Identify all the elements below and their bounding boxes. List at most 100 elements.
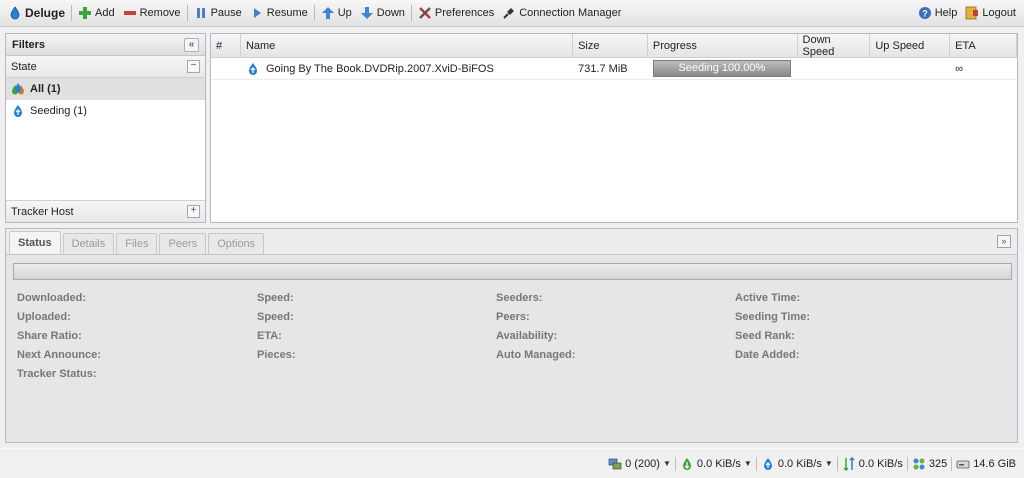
- torrent-grid: # Name Size Progress Down Speed Up Speed…: [210, 33, 1018, 223]
- filter-item-seeding[interactable]: Seeding (1): [6, 100, 205, 122]
- status-column-peers: Seeders: Peers: Availability: Auto Manag…: [496, 291, 716, 367]
- arrow-up-icon: [321, 7, 334, 19]
- filters-header: Filters «: [6, 34, 205, 56]
- connections-status[interactable]: 0 (200) ▼: [604, 457, 675, 471]
- resume-button[interactable]: Resume: [246, 2, 312, 24]
- play-icon: [253, 8, 261, 18]
- download-speed-value: 0.0 KiB/s: [696, 457, 741, 470]
- collapse-sidebar-button[interactable]: «: [184, 37, 199, 52]
- tab-details[interactable]: Details: [62, 233, 115, 254]
- label-date-added: Date Added:: [735, 349, 800, 361]
- table-row[interactable]: Going By The Book.DVDRip.2007.XviD-BiFOS…: [211, 58, 1017, 80]
- seeding-icon: [14, 105, 22, 117]
- plus-icon: [79, 7, 92, 19]
- label-eta: ETA:: [257, 330, 282, 342]
- drive-icon: [956, 460, 970, 468]
- seeding-icon: [248, 62, 257, 75]
- logout-button[interactable]: Logout: [961, 2, 1020, 24]
- state-filter-header[interactable]: State −: [6, 56, 205, 78]
- filter-item-label: All (1): [30, 83, 61, 95]
- remove-button[interactable]: Remove: [119, 2, 185, 24]
- arrow-down-icon: [360, 7, 373, 19]
- free-space-status: 14.6 GiB: [952, 457, 1020, 471]
- label-availability: Availability:: [496, 330, 558, 342]
- torrent-size: 731.7 MiB: [578, 62, 628, 75]
- label-upload-speed: Speed:: [257, 311, 294, 323]
- chevron-down-icon: ▼: [662, 459, 671, 468]
- torrent-eta: ∞: [955, 62, 964, 75]
- free-space-value: 14.6 GiB: [973, 457, 1016, 470]
- torrent-progress-cell: Seeding 100.00%: [648, 60, 798, 77]
- status-column-transfer: Downloaded: Uploaded: Share Ratio: Next …: [17, 291, 237, 386]
- torrent-name: Going By The Book.DVDRip.2007.XviD-BiFOS: [265, 62, 494, 75]
- chevron-down-icon: ▼: [824, 459, 833, 468]
- filter-item-all[interactable]: All (1): [6, 78, 205, 100]
- upload-speed-status[interactable]: 0.0 KiB/s ▼: [757, 457, 837, 471]
- app-name: Deluge: [25, 6, 66, 20]
- down-button[interactable]: Down: [356, 2, 409, 24]
- tab-options[interactable]: Options: [208, 233, 265, 254]
- label-seeding-time: Seeding Time:: [735, 311, 810, 323]
- label-next-announce: Next Announce:: [17, 349, 101, 361]
- tracker-host-expand-toggle[interactable]: +: [187, 205, 200, 218]
- help-button[interactable]: ? Help: [914, 2, 962, 24]
- upload-icon: [763, 457, 772, 470]
- tab-files[interactable]: Files: [116, 233, 158, 254]
- protocol-traffic-value: 0.0 KiB/s: [858, 457, 903, 470]
- preferences-button[interactable]: Preferences: [414, 2, 498, 24]
- details-tabs: Status Details Files Peers Options: [6, 229, 1017, 255]
- state-filter-label: State: [11, 60, 37, 73]
- connection-manager-button[interactable]: Connection Manager: [498, 2, 625, 24]
- torrent-name-cell: Going By The Book.DVDRip.2007.XviD-BiFOS: [241, 62, 573, 76]
- chevron-down-icon: ▼: [743, 459, 752, 468]
- protocol-traffic-status: 0.0 KiB/s: [838, 456, 907, 471]
- column-header-size[interactable]: Size: [573, 34, 648, 57]
- status-column-time: Active Time: Seeding Time: Seed Rank: Da…: [735, 291, 955, 367]
- label-uploaded: Uploaded:: [17, 311, 71, 323]
- upload-speed-value: 0.0 KiB/s: [777, 457, 822, 470]
- filter-item-label: Seeding (1): [30, 105, 87, 117]
- expand-details-button[interactable]: »: [997, 235, 1011, 248]
- toolbar: Deluge Add Remove Pause Resume Up Down P…: [0, 0, 1024, 27]
- status-bar: 0 (200) ▼ 0.0 KiB/s ▼ 0.0 KiB/s ▼ 0.0 Ki…: [0, 448, 1024, 478]
- dht-icon: [913, 458, 925, 469]
- tracker-host-label: Tracker Host: [11, 205, 74, 218]
- tools-icon: [419, 7, 431, 19]
- status-column-speed: Speed: Speed: ETA: Pieces:: [257, 291, 477, 367]
- column-header-name[interactable]: Name: [241, 34, 574, 57]
- tab-status[interactable]: Status: [9, 231, 61, 254]
- dht-nodes-value: 325: [928, 457, 948, 470]
- toolbar-divider: [313, 5, 315, 21]
- toolbar-divider: [71, 5, 73, 21]
- label-active-time: Active Time:: [735, 292, 801, 304]
- grid-header: # Name Size Progress Down Speed Up Speed…: [211, 34, 1018, 58]
- label-share-ratio: Share Ratio:: [17, 330, 82, 342]
- column-header-eta[interactable]: ETA: [950, 34, 1018, 57]
- filters-panel: Filters « State − All (1) Seeding (1) Tr…: [5, 33, 206, 223]
- column-header-down-speed[interactable]: Down Speed: [798, 34, 871, 58]
- column-header-number[interactable]: #: [211, 34, 241, 57]
- deluge-logo-icon: [10, 6, 20, 20]
- column-header-up-speed[interactable]: Up Speed: [870, 34, 951, 57]
- download-speed-status[interactable]: 0.0 KiB/s ▼: [676, 457, 756, 471]
- all-states-icon: [12, 83, 24, 95]
- toolbar-divider: [186, 5, 188, 21]
- minus-icon: [123, 11, 136, 15]
- label-downloaded: Downloaded:: [17, 292, 87, 304]
- up-button[interactable]: Up: [317, 2, 356, 24]
- pause-icon: [196, 8, 205, 18]
- label-tracker-status: Tracker Status:: [17, 368, 97, 380]
- details-panel: Status Details Files Peers Options » Dow…: [5, 228, 1018, 443]
- tab-peers[interactable]: Peers: [159, 233, 207, 254]
- state-collapse-toggle[interactable]: −: [187, 60, 200, 73]
- label-peers: Peers:: [496, 311, 530, 323]
- progress-bar: Seeding 100.00%: [652, 60, 791, 77]
- label-seed-rank: Seed Rank:: [735, 330, 795, 342]
- column-header-progress[interactable]: Progress: [648, 34, 798, 57]
- label-seeders: Seeders:: [496, 292, 543, 304]
- pause-button[interactable]: Pause: [190, 2, 246, 24]
- tracker-host-header[interactable]: Tracker Host +: [6, 200, 205, 222]
- label-auto-managed: Auto Managed:: [496, 349, 576, 361]
- label-download-speed: Speed:: [257, 292, 294, 304]
- add-button[interactable]: Add: [74, 2, 119, 24]
